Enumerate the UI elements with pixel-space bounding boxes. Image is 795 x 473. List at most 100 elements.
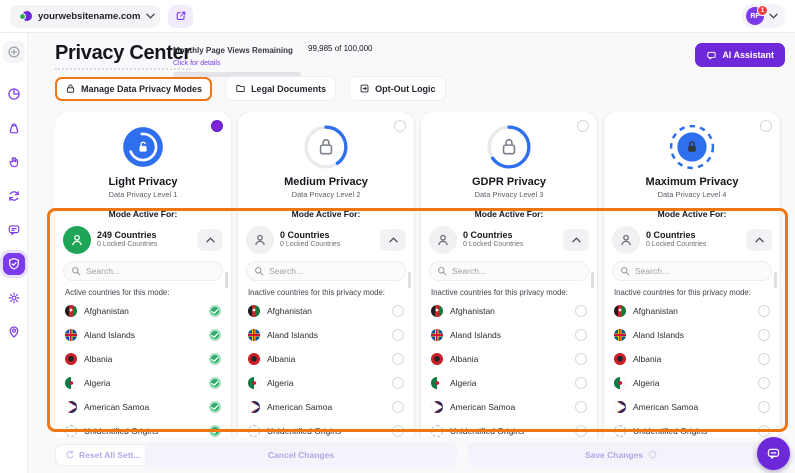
top-bar: yourwebsitename.com RF 1	[0, 0, 795, 33]
content-area: Privacy Center Monthly Page Views Remain…	[28, 33, 795, 473]
aland-islands-flag	[614, 329, 626, 341]
account-menu[interactable]: RF 1	[742, 4, 785, 28]
check-circle-icon[interactable]	[209, 401, 221, 413]
country-row[interactable]: Afghanistan	[612, 299, 772, 323]
sidebar-item-messages[interactable]	[3, 219, 25, 241]
list-scrollbar[interactable]	[591, 272, 594, 288]
empty-radio-circle[interactable]	[758, 305, 770, 317]
country-row[interactable]: Aland Islands	[429, 323, 589, 347]
save-changes-button[interactable]: Save Changes	[468, 442, 774, 467]
page-views-details-link[interactable]: Click for details	[173, 60, 408, 67]
country-row[interactable]: Afghanistan	[63, 299, 223, 323]
sidebar-item-orders[interactable]	[3, 117, 25, 139]
collapse-section-button[interactable]	[746, 229, 772, 251]
empty-radio-circle[interactable]	[575, 377, 587, 389]
empty-radio-circle[interactable]	[392, 305, 404, 317]
mode-select-radio[interactable]	[577, 120, 589, 132]
country-row[interactable]: Unidentified Origins	[246, 419, 406, 437]
country-row[interactable]: Aland Islands	[612, 323, 772, 347]
empty-radio-circle[interactable]	[575, 305, 587, 317]
sidebar-item-add[interactable]	[3, 41, 25, 63]
check-circle-icon[interactable]	[209, 377, 221, 389]
country-row[interactable]: Aland Islands	[246, 323, 406, 347]
collapse-section-button[interactable]	[380, 229, 406, 251]
chat-bubble-icon	[7, 223, 21, 237]
country-row[interactable]: Unidentified Origins	[429, 419, 589, 437]
empty-radio-circle[interactable]	[758, 401, 770, 413]
country-row[interactable]: Unidentified Origins	[63, 419, 223, 437]
country-search-input[interactable]	[635, 266, 764, 276]
country-row[interactable]: Albania	[612, 347, 772, 371]
empty-radio-circle[interactable]	[758, 329, 770, 341]
country-search-input[interactable]	[86, 266, 215, 276]
person-icon	[429, 226, 457, 254]
mode-select-radio[interactable]	[211, 120, 223, 132]
country-row[interactable]: Aland Islands	[63, 323, 223, 347]
check-circle-icon[interactable]	[209, 305, 221, 317]
privacy-mode-card: Medium Privacy Data Privacy Level 2 Mode…	[238, 112, 414, 437]
empty-radio-circle[interactable]	[575, 401, 587, 413]
empty-radio-circle[interactable]	[392, 353, 404, 365]
collapse-section-button[interactable]	[563, 229, 589, 251]
country-row[interactable]: American Samoa	[429, 395, 589, 419]
card-subtitle: Data Privacy Level 1	[63, 190, 223, 199]
shield-check-icon	[7, 257, 21, 271]
sidebar-item-settings[interactable]	[3, 287, 25, 309]
collapse-section-button[interactable]	[197, 229, 223, 251]
check-circle-icon[interactable]	[209, 353, 221, 365]
tab-opt-out-logic[interactable]: Opt-Out Logic	[349, 76, 446, 101]
reset-all-settings-button[interactable]: Reset All Sett...	[55, 444, 151, 466]
country-search[interactable]	[246, 261, 406, 281]
mode-select-radio[interactable]	[394, 120, 406, 132]
country-row[interactable]: American Samoa	[63, 395, 223, 419]
country-search[interactable]	[612, 261, 772, 281]
country-row[interactable]: Algeria	[429, 371, 589, 395]
country-row[interactable]: American Samoa	[612, 395, 772, 419]
country-search-input[interactable]	[269, 266, 398, 276]
country-search-input[interactable]	[452, 266, 581, 276]
cancel-changes-button[interactable]: Cancel Changes	[145, 442, 457, 467]
sidebar-item-gestures[interactable]	[3, 151, 25, 173]
site-selector[interactable]: yourwebsitename.com	[10, 5, 160, 28]
empty-radio-circle[interactable]	[392, 329, 404, 341]
empty-radio-circle[interactable]	[758, 425, 770, 437]
sidebar-item-sync[interactable]	[3, 185, 25, 207]
list-scrollbar[interactable]	[408, 272, 411, 288]
check-circle-icon[interactable]	[209, 329, 221, 341]
country-row[interactable]: Algeria	[63, 371, 223, 395]
search-icon	[254, 266, 264, 276]
mode-select-radio[interactable]	[760, 120, 772, 132]
chat-fab-button[interactable]	[757, 437, 790, 470]
country-search[interactable]	[63, 261, 223, 281]
list-scrollbar[interactable]	[774, 272, 777, 288]
tab-manage-data-privacy-modes[interactable]: Manage Data Privacy Modes	[55, 77, 212, 101]
aland-islands-flag	[248, 329, 260, 341]
card-title: Maximum Privacy	[612, 176, 772, 188]
ai-assistant-button[interactable]: AI Assistant	[695, 43, 785, 67]
country-row[interactable]: Afghanistan	[246, 299, 406, 323]
empty-radio-circle[interactable]	[758, 353, 770, 365]
country-row[interactable]: Algeria	[246, 371, 406, 395]
open-site-button[interactable]	[168, 5, 193, 28]
sidebar-item-analytics[interactable]	[3, 83, 25, 105]
empty-radio-circle[interactable]	[758, 377, 770, 389]
empty-radio-circle[interactable]	[575, 353, 587, 365]
empty-radio-circle[interactable]	[392, 401, 404, 413]
list-scrollbar[interactable]	[225, 272, 228, 288]
empty-radio-circle[interactable]	[392, 425, 404, 437]
country-row[interactable]: Afghanistan	[429, 299, 589, 323]
empty-radio-circle[interactable]	[575, 329, 587, 341]
empty-radio-circle[interactable]	[575, 425, 587, 437]
country-row[interactable]: Algeria	[612, 371, 772, 395]
country-row[interactable]: Albania	[246, 347, 406, 371]
check-circle-icon[interactable]	[209, 425, 221, 437]
country-row[interactable]: Albania	[429, 347, 589, 371]
sidebar-item-location[interactable]	[3, 321, 25, 343]
empty-radio-circle[interactable]	[392, 377, 404, 389]
country-search[interactable]	[429, 261, 589, 281]
country-row[interactable]: Unidentified Origins	[612, 419, 772, 437]
tab-legal-documents[interactable]: Legal Documents	[225, 76, 336, 101]
country-row[interactable]: Albania	[63, 347, 223, 371]
country-row[interactable]: American Samoa	[246, 395, 406, 419]
sidebar-item-privacy-center[interactable]	[3, 253, 25, 275]
